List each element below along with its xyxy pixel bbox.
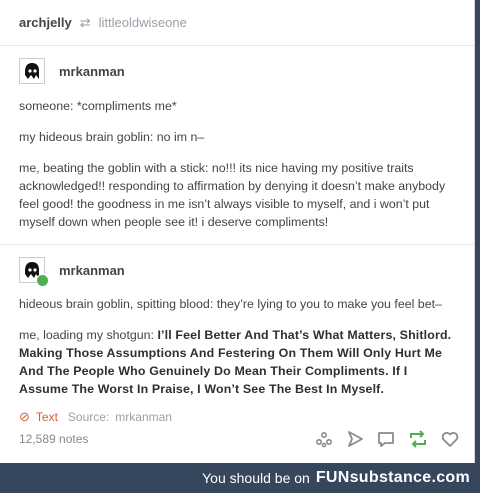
reblog-icon: ⇄ [79,14,91,30]
post-text: me, beating the goblin with a stick: no!… [19,161,446,229]
status-badge [36,274,49,287]
post-type-label: Text [35,410,58,424]
reblog-icon[interactable] [407,429,429,449]
heart-icon[interactable] [440,429,460,449]
post-actions [314,429,460,449]
avatar-icon [20,59,44,83]
source-label: Source: [67,410,110,424]
post-card: archjelly ⇄ littleoldwiseone mrkanman so… [0,0,475,463]
post-text: hideous brain goblin, spitting blood: th… [19,297,442,311]
blog-name[interactable]: archjelly [19,15,72,30]
source-link[interactable]: mrkanman [115,410,172,424]
reblog-entry-1: mrkanman someone: *compliments me* my hi… [0,58,474,231]
source-row: ⊘ Text Source: mrkanman [0,409,474,425]
avatar[interactable] [19,257,49,287]
post-header: archjelly ⇄ littleoldwiseone [0,0,474,45]
post-text: me, loading my shotgun: I’ll Feel Better… [19,326,455,398]
reblogged-from[interactable]: littleoldwiseone [99,15,187,30]
username[interactable]: mrkanman [59,64,125,79]
notes-count[interactable]: 12,589 notes [19,432,88,446]
post-footer: 12,589 notes [19,428,460,450]
send-icon[interactable] [345,429,365,449]
brand-logo: FUNsubstance.com [315,469,470,486]
text-post-icon: ⊘ [19,409,30,424]
site-banner[interactable]: You should be on FUNsubstance.com [0,463,480,493]
divider [0,45,474,46]
reply-icon[interactable] [376,429,396,449]
divider [0,244,474,245]
avatar[interactable] [19,58,45,84]
post-text: my hideous brain goblin: no im n– [19,130,205,144]
post-text-prefix: me, loading my shotgun: [19,328,158,342]
username[interactable]: mrkanman [59,263,125,278]
reblog-entry-2: mrkanman hideous brain goblin, spitting … [0,257,474,398]
banner-lead-text: You should be on [202,470,310,486]
post-text: someone: *compliments me* [19,99,177,113]
share-icon[interactable] [314,429,334,449]
